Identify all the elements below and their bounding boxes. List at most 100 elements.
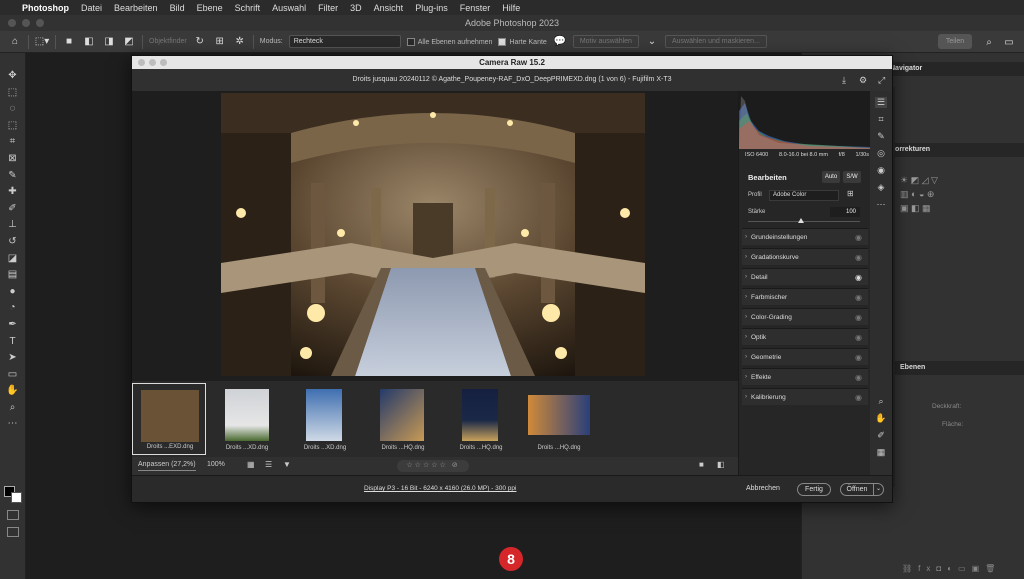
workspace-icon[interactable]: ▭: [1002, 35, 1016, 49]
show-objects-icon[interactable]: ⊞: [213, 35, 227, 49]
filter-icon[interactable]: ▼: [283, 460, 291, 469]
zoom-percent-select[interactable]: 100%: [207, 461, 225, 468]
filmstrip-thumb[interactable]: Droits ...HQ.dng: [522, 383, 596, 455]
alle-ebenen-checkbox[interactable]: Alle Ebenen aufnehmen: [406, 37, 492, 46]
modus-select[interactable]: Rechteck: [288, 35, 401, 48]
feedback-icon[interactable]: 💬: [553, 35, 567, 49]
filmstrip-thumb[interactable]: Droits ...EXD.dng: [132, 383, 206, 455]
before-after-icon[interactable]: ◧: [717, 460, 725, 469]
healing-tool-icon[interactable]: ✚: [8, 185, 16, 199]
object-select-tool-icon[interactable]: ⬚: [8, 119, 17, 133]
spot-removal-icon[interactable]: ✎: [877, 131, 885, 142]
marquee-tool-icon[interactable]: ⬚: [8, 86, 17, 100]
refresh-icon[interactable]: ↻: [193, 35, 207, 49]
section-grundeinstellungen[interactable]: › Grundeinstellungen ◉: [742, 228, 868, 245]
open-options-chevron-icon[interactable]: ⌄: [873, 483, 884, 496]
zoom-fit-select[interactable]: Anpassen (27,2%): [138, 461, 196, 471]
gradient-tool-icon[interactable]: ▤: [8, 268, 17, 282]
window-controls[interactable]: [8, 19, 44, 27]
search-icon[interactable]: ⌕: [982, 35, 996, 49]
object-select-tool-icon[interactable]: ⬚▾: [35, 35, 49, 49]
intersect-selection-icon[interactable]: ◩: [122, 35, 136, 49]
eye-icon[interactable]: ◉: [855, 389, 862, 406]
settings-gear-icon[interactable]: ⚙: [859, 69, 867, 91]
crop-rotate-icon[interactable]: ⌗: [878, 114, 883, 125]
section-detail[interactable]: › Detail ◉: [742, 268, 868, 285]
bw-button[interactable]: S/W: [843, 171, 861, 183]
section-color-grading[interactable]: › Color-Grading ◉: [742, 308, 868, 325]
menu-bild[interactable]: Bild: [170, 3, 185, 13]
add-selection-icon[interactable]: ◧: [82, 35, 96, 49]
menu-ansicht[interactable]: Ansicht: [374, 3, 404, 13]
background-color-swatch[interactable]: [11, 492, 22, 503]
section-geometrie[interactable]: › Geometrie ◉: [742, 348, 868, 365]
workflow-options-link[interactable]: Display P3 - 16 Bit - 6240 x 4160 (26.0 …: [364, 485, 516, 492]
fullscreen-icon[interactable]: ⤢: [878, 69, 885, 91]
single-view-icon[interactable]: ■: [699, 460, 704, 469]
quick-mask-icon[interactable]: [7, 510, 19, 520]
zoom-icon[interactable]: ⌕: [878, 396, 883, 407]
lasso-tool-icon[interactable]: ◌: [10, 102, 16, 116]
menu-bearbeiten[interactable]: Bearbeiten: [114, 3, 158, 13]
path-select-tool-icon[interactable]: ➤: [8, 351, 16, 365]
section-kalibrierung[interactable]: › Kalibrierung ◉: [742, 388, 868, 405]
gear-icon[interactable]: ✲: [233, 35, 247, 49]
menu-3d[interactable]: 3D: [350, 3, 362, 13]
profil-select[interactable]: Adobe Color: [769, 190, 839, 201]
maskieren-button[interactable]: Auswählen und maskieren...: [664, 35, 767, 48]
eye-icon[interactable]: ◉: [855, 229, 862, 246]
type-tool-icon[interactable]: T: [9, 335, 15, 349]
shape-tool-icon[interactable]: ▭: [8, 368, 17, 382]
done-button[interactable]: Fertig: [797, 483, 831, 496]
move-tool-icon[interactable]: ✥: [8, 69, 16, 83]
pen-tool-icon[interactable]: ✒: [8, 318, 16, 332]
chevron-down-icon[interactable]: ⌄: [645, 35, 659, 49]
menu-schrift[interactable]: Schrift: [235, 3, 261, 13]
zoom-tool-icon[interactable]: ⌕: [10, 401, 16, 415]
menu-fenster[interactable]: Fenster: [460, 3, 491, 13]
eye-icon[interactable]: ◉: [855, 249, 862, 266]
menu-auswahl[interactable]: Auswahl: [272, 3, 306, 13]
harte-kante-checkbox[interactable]: Harte Kante: [498, 37, 547, 46]
section-optik[interactable]: › Optik ◉: [742, 328, 868, 345]
filmstrip-view-icon[interactable]: ▦: [247, 460, 255, 469]
stamp-tool-icon[interactable]: ⊥: [8, 218, 17, 232]
section-effekte[interactable]: › Effekte ◉: [742, 368, 868, 385]
edit-sliders-icon[interactable]: ☰: [874, 97, 888, 108]
eye-icon[interactable]: ◉: [855, 369, 862, 386]
frame-tool-icon[interactable]: ⊠: [8, 152, 16, 166]
masking-icon[interactable]: ◎: [877, 148, 885, 159]
crop-tool-icon[interactable]: ⌗: [10, 135, 16, 149]
eye-icon[interactable]: ◉: [855, 309, 862, 326]
more-tools-icon[interactable]: ⋯: [8, 417, 18, 431]
hand-tool-icon[interactable]: ✋: [6, 384, 18, 398]
filmstrip-thumb[interactable]: Droits ...HQ.dng: [444, 383, 518, 455]
eye-icon[interactable]: ◉: [855, 269, 862, 286]
brush-tool-icon[interactable]: ✐: [8, 202, 16, 216]
eye-icon[interactable]: ◉: [855, 329, 862, 346]
subtract-selection-icon[interactable]: ◨: [102, 35, 116, 49]
eye-icon[interactable]: ◉: [855, 349, 862, 366]
section-farbmischer[interactable]: › Farbmischer ◉: [742, 288, 868, 305]
more-options-icon[interactable]: ⋯: [877, 199, 886, 210]
staerke-slider-track[interactable]: [748, 221, 860, 222]
presets-icon[interactable]: ◈: [878, 182, 885, 193]
eraser-tool-icon[interactable]: ◪: [8, 252, 17, 266]
objektfinder-toggle[interactable]: Objektfinder: [149, 38, 187, 45]
eyedropper-tool-icon[interactable]: ✎: [8, 169, 16, 183]
sort-icon[interactable]: ☰: [265, 460, 272, 469]
history-brush-tool-icon[interactable]: ↺: [8, 235, 16, 249]
screen-mode-icon[interactable]: [7, 527, 19, 537]
grid-overlay-icon[interactable]: ▦: [877, 447, 886, 458]
new-selection-icon[interactable]: ■: [62, 35, 76, 49]
dialog-window-controls[interactable]: [138, 59, 167, 66]
color-sampler-icon[interactable]: ✐: [877, 430, 885, 441]
home-icon[interactable]: ⌂: [8, 35, 22, 49]
menu-ebene[interactable]: Ebene: [197, 3, 223, 13]
save-icon[interactable]: ⤓: [842, 69, 846, 91]
star-rating[interactable]: ☆☆☆☆☆ ⊘: [397, 460, 469, 472]
staerke-slider-thumb[interactable]: [798, 218, 804, 223]
motiv-button[interactable]: Motiv auswählen: [572, 35, 639, 48]
menu-datei[interactable]: Datei: [81, 3, 102, 13]
share-button[interactable]: Teilen: [938, 34, 972, 49]
